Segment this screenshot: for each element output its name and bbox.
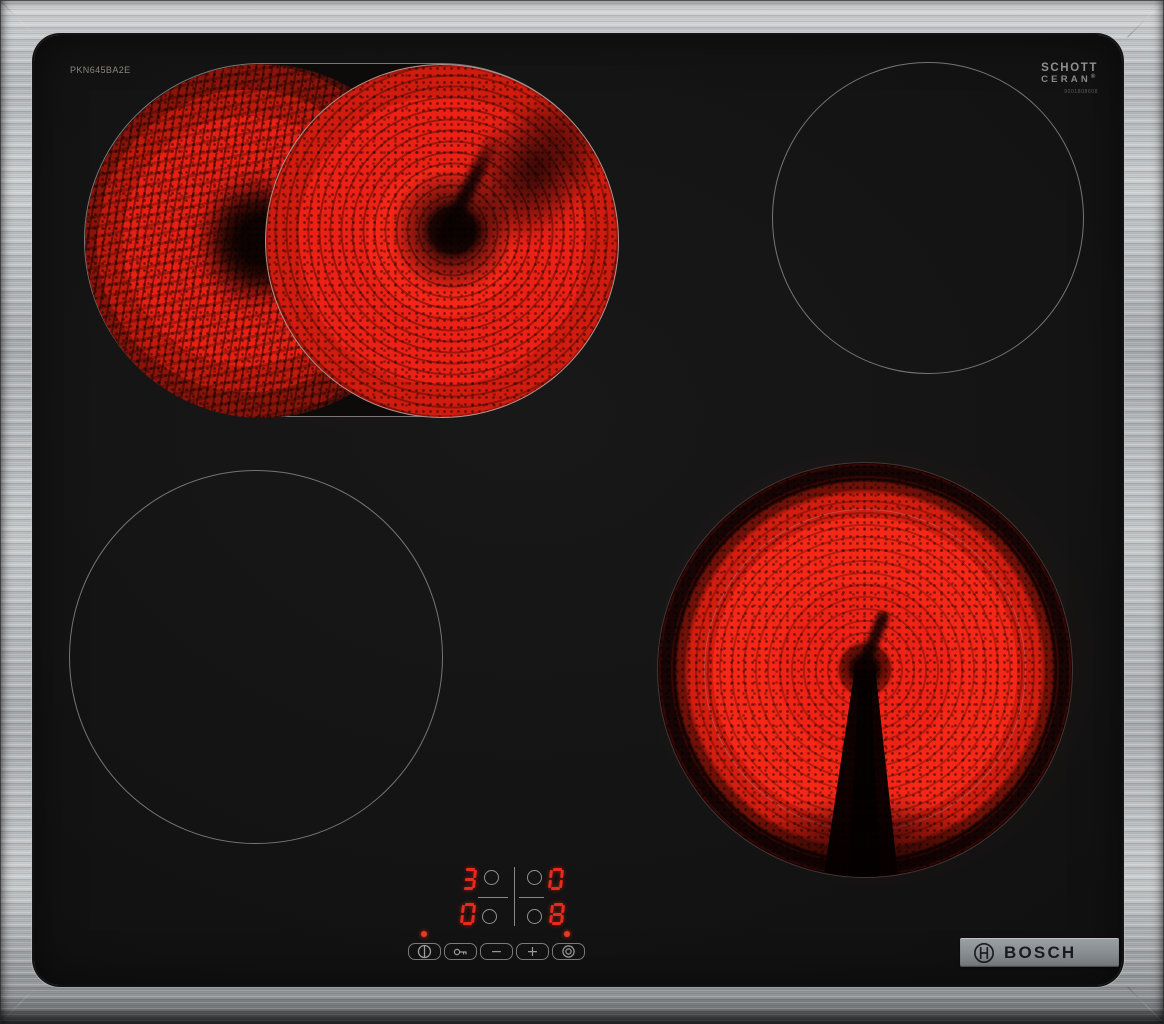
brand-name: BOSCH bbox=[1004, 943, 1076, 963]
bosch-logo-icon bbox=[973, 942, 995, 964]
model-number-label: PKN645BA2E bbox=[70, 65, 131, 75]
plus-icon: + bbox=[527, 945, 539, 959]
display-digit-front-left bbox=[460, 903, 476, 925]
power-icon bbox=[417, 944, 432, 959]
zone-map-divider-left bbox=[478, 897, 508, 898]
bosch-badge: BOSCH bbox=[960, 938, 1119, 967]
glass-brand-label: SCHOTT CERAN® 9001808608 bbox=[1041, 62, 1098, 95]
burner-front-left bbox=[69, 470, 443, 844]
ceramic-glass-surface: PKN645BA2E SCHOTT CERAN® 9001808608 bbox=[34, 35, 1122, 985]
dual-zone-button[interactable] bbox=[552, 943, 585, 960]
element-center-knot bbox=[434, 207, 494, 257]
key-lock-icon bbox=[453, 947, 469, 957]
frame-miter-seam bbox=[1127, 0, 1164, 37]
minus-icon: − bbox=[491, 945, 503, 959]
dual-zone-led bbox=[564, 931, 570, 937]
frame-miter-seam bbox=[1127, 987, 1164, 1024]
plus-button[interactable]: + bbox=[516, 943, 549, 960]
frame-miter-seam bbox=[0, 987, 37, 1024]
zone-indicator-front-right bbox=[527, 909, 542, 924]
power-button[interactable] bbox=[408, 943, 441, 960]
burner-rear-right bbox=[772, 62, 1084, 374]
glass-material-code: 9001808608 bbox=[1041, 90, 1098, 95]
registered-mark: ® bbox=[1091, 74, 1095, 80]
zone-map-divider-right bbox=[519, 897, 544, 898]
zone-indicator-front-left bbox=[482, 909, 497, 924]
display-digit-rear-left bbox=[461, 868, 477, 890]
zone-map-divider-vertical bbox=[514, 867, 515, 926]
power-led bbox=[421, 931, 427, 937]
rear-left-inner-glow-disc bbox=[265, 64, 619, 418]
burner-front-right bbox=[657, 462, 1073, 878]
zone-indicator-rear-left bbox=[484, 870, 499, 885]
glass-brand-line2: CERAN® bbox=[1041, 74, 1098, 85]
zone-indicator-rear-right bbox=[527, 870, 542, 885]
burner-rear-left bbox=[84, 63, 618, 417]
element-bottom-shadow bbox=[733, 786, 998, 878]
display-digit-front-right bbox=[549, 903, 565, 925]
glass-brand-line1: SCHOTT bbox=[1041, 62, 1098, 74]
frame-miter-seam bbox=[0, 0, 37, 37]
dual-zone-icon bbox=[561, 944, 576, 959]
cooktop: PKN645BA2E SCHOTT CERAN® 9001808608 bbox=[0, 0, 1164, 1024]
key-lock-button[interactable] bbox=[444, 943, 477, 960]
display-digit-rear-right bbox=[548, 868, 564, 890]
minus-button[interactable]: − bbox=[480, 943, 513, 960]
